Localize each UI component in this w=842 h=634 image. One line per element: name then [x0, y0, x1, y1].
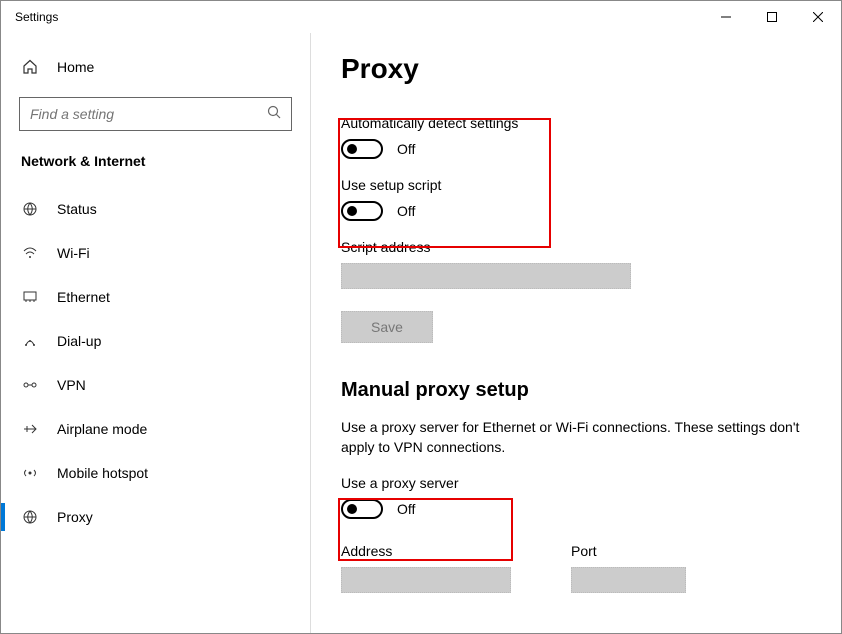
sidebar: Home Network & Internet Status Wi-Fi Eth… — [1, 33, 311, 633]
nav-label: Airplane mode — [57, 421, 147, 437]
nav-label: VPN — [57, 377, 86, 393]
window-controls — [703, 1, 841, 33]
script-address-input — [341, 263, 631, 289]
category-title: Network & Internet — [1, 149, 310, 183]
wifi-icon — [21, 245, 39, 261]
nav-item-status[interactable]: Status — [1, 187, 310, 231]
auto-detect-label: Automatically detect settings — [341, 115, 815, 131]
use-proxy-toggle[interactable] — [341, 499, 383, 519]
manual-setup-description: Use a proxy server for Ethernet or Wi-Fi… — [341, 418, 801, 457]
setup-script-toggle[interactable] — [341, 201, 383, 221]
address-label: Address — [341, 543, 511, 559]
setup-script-row: Use setup script Off — [341, 177, 815, 221]
save-button: Save — [341, 311, 433, 343]
setup-script-state: Off — [397, 203, 415, 219]
maximize-button[interactable] — [749, 1, 795, 33]
page-heading: Proxy — [341, 53, 815, 85]
nav-item-hotspot[interactable]: Mobile hotspot — [1, 451, 310, 495]
home-label: Home — [57, 59, 94, 75]
close-button[interactable] — [795, 1, 841, 33]
port-input — [571, 567, 686, 593]
status-icon — [21, 201, 39, 217]
search-icon — [267, 105, 281, 124]
nav-item-dialup[interactable]: Dial-up — [1, 319, 310, 363]
ethernet-icon — [21, 289, 39, 305]
address-port-row: Address Port — [341, 537, 815, 593]
nav-item-ethernet[interactable]: Ethernet — [1, 275, 310, 319]
nav-label: Dial-up — [57, 333, 101, 349]
vpn-icon — [21, 377, 39, 393]
auto-detect-row: Automatically detect settings Off — [341, 115, 815, 159]
proxy-icon — [21, 509, 39, 525]
auto-detect-state: Off — [397, 141, 415, 157]
main-panel: Proxy Automatically detect settings Off … — [311, 33, 841, 633]
dialup-icon — [21, 333, 39, 349]
home-nav[interactable]: Home — [1, 51, 310, 83]
script-address-label: Script address — [341, 239, 815, 255]
airplane-icon — [21, 421, 39, 437]
nav-list: Status Wi-Fi Ethernet Dial-up VPN Airpla… — [1, 183, 310, 539]
title-bar: Settings — [1, 1, 841, 33]
setup-script-label: Use setup script — [341, 177, 815, 193]
port-label: Port — [571, 543, 686, 559]
nav-label: Ethernet — [57, 289, 110, 305]
search-box[interactable] — [19, 97, 292, 131]
nav-label: Proxy — [57, 509, 93, 525]
minimize-button[interactable] — [703, 1, 749, 33]
nav-item-proxy[interactable]: Proxy — [1, 495, 310, 539]
nav-label: Wi-Fi — [57, 245, 90, 261]
app-title: Settings — [15, 10, 58, 24]
nav-item-wifi[interactable]: Wi-Fi — [1, 231, 310, 275]
auto-detect-toggle[interactable] — [341, 139, 383, 159]
hotspot-icon — [21, 465, 39, 481]
use-proxy-label: Use a proxy server — [341, 475, 815, 491]
nav-item-airplane[interactable]: Airplane mode — [1, 407, 310, 451]
manual-setup-heading: Manual proxy setup — [341, 379, 815, 402]
use-proxy-state: Off — [397, 501, 415, 517]
nav-item-vpn[interactable]: VPN — [1, 363, 310, 407]
use-proxy-row: Use a proxy server Off — [341, 475, 815, 519]
address-input — [341, 567, 511, 593]
nav-label: Status — [57, 201, 97, 217]
home-icon — [21, 59, 39, 75]
search-input[interactable] — [30, 106, 267, 122]
nav-label: Mobile hotspot — [57, 465, 148, 481]
